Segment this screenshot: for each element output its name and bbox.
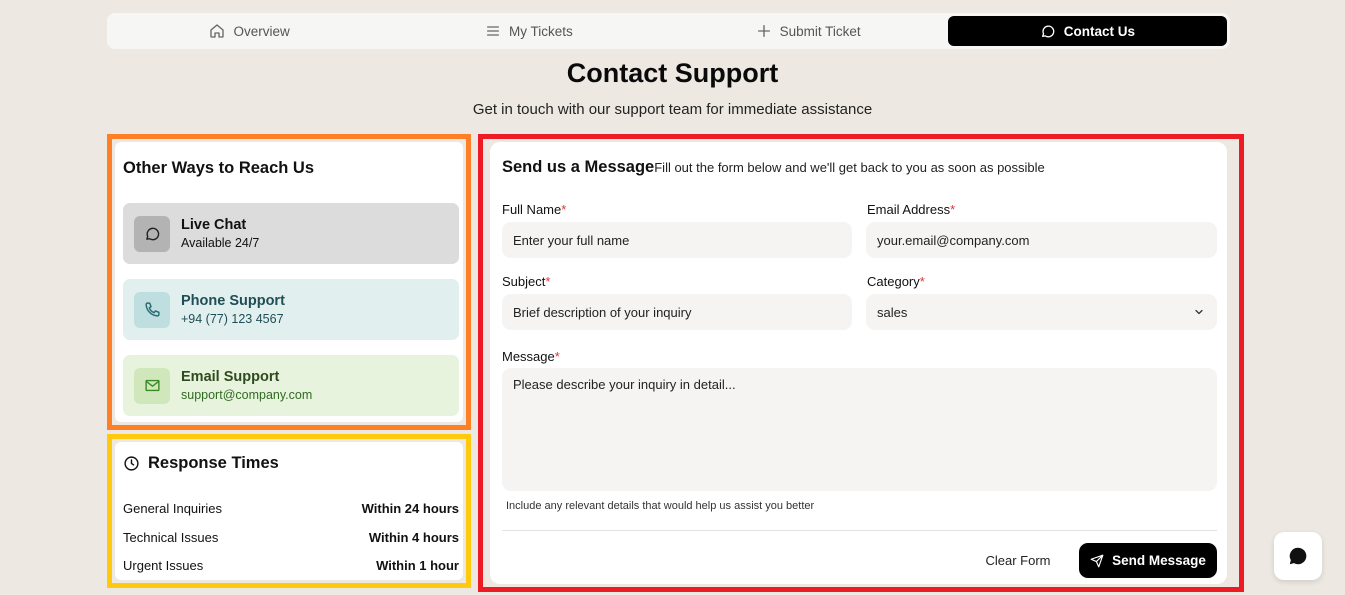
response-row: Technical Issues Within 4 hours: [123, 530, 459, 545]
reach-card: Other Ways to Reach Us Live Chat Availab…: [115, 142, 463, 422]
email-support-detail: support@company.com: [181, 388, 313, 402]
required-mark: *: [919, 274, 925, 289]
tab-contact-us[interactable]: Contact Us: [947, 16, 1227, 46]
live-chat-title: Live Chat: [181, 217, 247, 233]
form-divider: [502, 530, 1217, 531]
response-section-highlight: Response Times General Inquiries Within …: [107, 434, 471, 588]
form-subtitle: Fill out the form below and we'll get ba…: [654, 160, 1045, 175]
response-row-value: Within 24 hours: [361, 501, 459, 516]
message-circle-icon: [145, 227, 159, 241]
tab-my-tickets[interactable]: My Tickets: [389, 16, 668, 46]
send-icon: [1090, 554, 1104, 567]
response-row-label: Urgent Issues: [123, 558, 204, 573]
send-message-label: Send Message: [1112, 553, 1206, 568]
chevron-down-icon: [1195, 309, 1203, 315]
required-mark: *: [950, 202, 956, 217]
subject-input[interactable]: Brief description of your inquiry: [502, 294, 852, 330]
tab-bar: Overview My Tickets Submit Ticket Contac…: [107, 13, 1230, 49]
category-select[interactable]: sales: [866, 294, 1217, 330]
required-mark: *: [561, 202, 567, 217]
page-subtitle: Get in touch with our support team for i…: [472, 101, 873, 118]
home-icon: [210, 24, 225, 38]
form-header: Send us a Message Fill out the form belo…: [502, 158, 1045, 177]
mail-icon: [144, 379, 160, 392]
phone-support-item[interactable]: Phone Support +94 (77) 123 4567: [123, 279, 459, 340]
live-chat-item[interactable]: Live Chat Available 24/7: [123, 203, 459, 264]
plus-icon: [757, 25, 770, 37]
message-circle-icon: [1041, 25, 1055, 38]
email-input[interactable]: your.email@company.com: [866, 222, 1217, 258]
full-name-input[interactable]: Enter your full name: [502, 222, 852, 258]
required-mark: *: [545, 274, 551, 289]
chat-launcher-button[interactable]: [1274, 532, 1322, 580]
email-label: Email Address*: [867, 202, 956, 217]
response-row: General Inquiries Within 24 hours: [123, 501, 459, 516]
page-title: Contact Support: [566, 58, 779, 88]
email-support-item[interactable]: Email Support support@company.com: [123, 355, 459, 416]
live-chat-detail: Available 24/7: [181, 236, 260, 250]
clock-icon: [124, 456, 139, 471]
send-message-button[interactable]: Send Message: [1079, 543, 1217, 578]
tab-submit-ticket-label: Submit Ticket: [779, 23, 861, 39]
message-form: Send us a Message Fill out the form belo…: [490, 142, 1227, 584]
form-title: Send us a Message: [502, 158, 655, 176]
reach-section-highlight: Other Ways to Reach Us Live Chat Availab…: [107, 134, 471, 430]
tab-submit-ticket[interactable]: Submit Ticket: [669, 16, 948, 46]
response-card: Response Times General Inquiries Within …: [115, 442, 463, 580]
tab-overview[interactable]: Overview: [110, 16, 389, 46]
email-support-title: Email Support: [181, 369, 280, 385]
phone-support-detail: +94 (77) 123 4567: [181, 312, 284, 326]
tab-my-tickets-label: My Tickets: [508, 23, 573, 39]
chat-bubble-icon: [1289, 547, 1307, 565]
response-row: Urgent Issues Within 1 hour: [123, 558, 459, 573]
tab-contact-us-label: Contact Us: [1063, 23, 1135, 39]
response-row-value: Within 1 hour: [376, 558, 459, 573]
phone-support-title: Phone Support: [181, 293, 285, 309]
clear-form-button[interactable]: Clear Form: [976, 550, 1060, 570]
list-icon: [486, 26, 499, 36]
response-row-value: Within 4 hours: [368, 530, 459, 545]
phone-icon: [144, 302, 160, 317]
phone-support-icon-box: [134, 291, 170, 328]
form-section-highlight: Send us a Message Fill out the form belo…: [478, 134, 1244, 592]
subject-label: Subject*: [502, 274, 551, 289]
category-label: Category*: [867, 274, 925, 289]
message-label: Message*: [502, 349, 560, 364]
reach-title: Other Ways to Reach Us: [123, 159, 315, 177]
email-support-icon-box: [134, 367, 170, 404]
live-chat-icon-box: [134, 215, 170, 252]
response-row-label: Technical Issues: [123, 530, 219, 545]
full-name-label: Full Name*: [502, 202, 567, 217]
response-row-label: General Inquiries: [123, 501, 222, 516]
response-header: Response Times: [123, 454, 279, 473]
response-title: Response Times: [148, 454, 279, 472]
tab-overview-label: Overview: [233, 23, 290, 39]
message-hint: Include any relevant details that would …: [506, 500, 815, 512]
required-mark: *: [554, 349, 560, 364]
message-textarea[interactable]: Please describe your inquiry in detail..…: [502, 368, 1217, 491]
category-value: sales: [877, 304, 908, 320]
